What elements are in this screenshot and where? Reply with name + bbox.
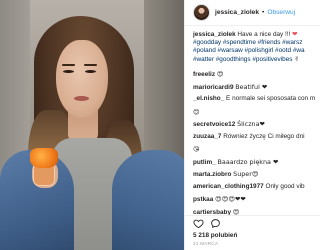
comment-text: Śliczna❤ — [237, 120, 265, 129]
comment-item: american_clothing1977 Only good vib — [193, 183, 315, 191]
comment-item: _el.nisho_ É normale sei spososata con m — [193, 95, 315, 103]
heart-outline-icon[interactable] — [193, 218, 204, 229]
comment-item: zuuzaa_7 Równiez życzę Ci miłego dni — [193, 133, 315, 141]
photo-eye-left — [63, 70, 74, 73]
post-date[interactable]: 21 MARCA — [185, 240, 320, 250]
photo-brow-right — [84, 64, 97, 66]
comment-text: 😊 — [193, 107, 200, 116]
comment-text: Równiez życzę Ci miłego dni — [223, 132, 305, 140]
post-info-panel: jessica_ziolek • Obserwuj jessica_ziolek… — [184, 0, 320, 250]
header-separator: • — [262, 9, 265, 17]
caption-hashtags-1[interactable]: #goodday #spendtime #friends #warsz — [193, 39, 302, 46]
comment-username[interactable]: _el.nisho_ — [193, 95, 224, 102]
comments-list[interactable]: jessica_ziolek Have a nice day !!! ❤ #go… — [185, 26, 320, 215]
post-header: jessica_ziolek • Obserwuj — [185, 0, 320, 27]
caption-heart-icon: ❤ — [292, 30, 298, 39]
caption-hashtags-3[interactable]: #watter #goodthings #positivevibes — [193, 56, 292, 63]
comment-username[interactable]: marta.ziobro — [193, 171, 231, 178]
comment-item: marta.ziobro Super😍 — [193, 170, 315, 178]
comment-text: É normale sei spososata con m — [226, 95, 316, 103]
comment-item: marioricardi9 Beatiful ❤ — [193, 83, 315, 91]
caption-hashtags-2[interactable]: #poland #warsaw #polishgirl #ootd #wa — [193, 47, 305, 54]
comment-text: 😍😍😍❤❤ — [215, 195, 246, 204]
comment-item: freeeliz 😍 — [193, 70, 315, 78]
comment-username[interactable]: pstkaa — [193, 196, 213, 203]
comment-item: cartiersbaby 😍 — [193, 208, 315, 216]
comment-item: pstkaa 😍😍😍❤❤ — [193, 195, 315, 203]
comment-username[interactable]: freeeliz — [193, 71, 215, 78]
comment-username[interactable]: putlim_ — [193, 159, 216, 166]
comment-username[interactable]: secretvoice12 — [193, 121, 235, 128]
comment-username[interactable]: american_clothing1977 — [193, 183, 264, 190]
photo-eye-right — [85, 70, 96, 73]
post-photo[interactable] — [0, 0, 184, 250]
comment-text: Super😍 — [233, 170, 259, 179]
comment-item: putlim_ Baaardzo piękna ❤ — [193, 158, 315, 166]
comment-text: 😍 — [232, 207, 240, 216]
instagram-post: jessica_ziolek • Obserwuj jessica_ziolek… — [0, 0, 320, 250]
post-caption: jessica_ziolek Have a nice day !!! ❤ #go… — [193, 30, 315, 64]
likes-count[interactable]: 5 218 polubień — [185, 231, 320, 240]
comment-item-continued: 😘 — [193, 145, 315, 153]
header-username[interactable]: jessica_ziolek — [215, 9, 259, 16]
comment-username[interactable]: marioricardi9 — [193, 84, 234, 91]
photo-brow-left — [62, 64, 75, 66]
comment-item-continued: 😊 — [193, 108, 315, 116]
comment-username[interactable]: zuuzaa_7 — [193, 133, 221, 140]
comment-text: Only good vib — [265, 182, 305, 190]
comment-text: 😍 — [216, 70, 224, 79]
action-bar — [185, 215, 320, 231]
follow-button[interactable]: Obserwuj — [267, 9, 295, 16]
avatar[interactable] — [193, 4, 210, 22]
caption-username[interactable]: jessica_ziolek — [193, 31, 236, 38]
comment-text: Baaardzo piękna ❤ — [217, 157, 279, 166]
comment-text: Beatiful ❤ — [235, 82, 268, 91]
photo-drink — [30, 148, 58, 168]
photo-lips — [74, 96, 89, 101]
caption-text: Have a nice day !!! — [237, 31, 291, 39]
comment-bubble-icon[interactable] — [210, 218, 221, 229]
comment-text: 😘 — [193, 145, 200, 154]
victory-hand-icon: ✌ — [294, 55, 300, 64]
photo-jacket-right — [112, 150, 184, 250]
comment-item: secretvoice12 Śliczna❤ — [193, 120, 315, 128]
photo-face — [56, 40, 108, 118]
